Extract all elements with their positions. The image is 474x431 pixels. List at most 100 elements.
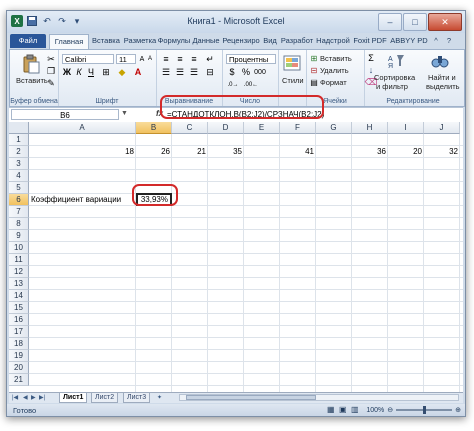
column-header-g[interactable]: G (316, 122, 352, 134)
zoom-level[interactable]: 100% (366, 407, 384, 414)
find-select-icon[interactable] (430, 52, 450, 70)
align-top-icon[interactable]: ≡ (160, 54, 172, 64)
page-break-view-icon[interactable]: ▥ (351, 405, 359, 414)
align-bottom-icon[interactable]: ≡ (188, 54, 200, 64)
name-box[interactable]: B6 (11, 109, 119, 120)
close-button[interactable]: ✕ (428, 13, 462, 31)
row-header-1[interactable]: 1 (9, 134, 29, 146)
delete-cells-icon[interactable]: ⊟ (309, 65, 319, 75)
tab-abbyy-pdf[interactable]: ABBYY PD (389, 34, 429, 48)
find-select-button[interactable]: Найти и (428, 73, 456, 82)
comma-style-icon[interactable]: 000 (254, 67, 266, 77)
wrap-text-icon[interactable]: ↵ (204, 54, 216, 64)
prev-sheet-nav-icon[interactable]: ◀ (23, 394, 28, 401)
name-box-dropdown-icon[interactable]: ▼ (121, 110, 128, 117)
shrink-font-icon[interactable]: A (146, 54, 154, 64)
cell-j2[interactable]: 32 (424, 146, 460, 158)
spreadsheet-grid[interactable]: A B C D E F G H I J 1 2 3 4 5 6 7 8 9 10 11 12 13 14 15 16 17 18 19 2… (9, 122, 463, 392)
cell-d2[interactable]: 35 (208, 146, 244, 158)
zoom-in-icon[interactable]: ⊕ (455, 406, 461, 414)
bold-button[interactable]: Ж (62, 67, 72, 77)
align-center-icon[interactable]: ☰ (174, 67, 186, 77)
column-header-b[interactable]: B (136, 122, 172, 134)
horizontal-scrollbar[interactable] (179, 394, 459, 401)
zoom-slider[interactable] (396, 406, 453, 414)
font-name-combo[interactable]: Calibri (62, 54, 114, 64)
column-header-c[interactable]: C (172, 122, 208, 134)
row-header-16[interactable]: 16 (9, 314, 29, 326)
number-format-combo[interactable]: Процентны (226, 54, 276, 64)
format-cells-icon[interactable]: ▤ (309, 77, 319, 87)
minimize-button[interactable]: – (378, 13, 402, 31)
cell-i2[interactable]: 20 (388, 146, 424, 158)
tab-review[interactable]: Рецензиро (221, 34, 261, 48)
column-header-e[interactable]: E (244, 122, 280, 134)
row-header-13[interactable]: 13 (9, 278, 29, 290)
font-size-combo[interactable]: 11 (116, 54, 136, 64)
row-header-19[interactable]: 19 (9, 350, 29, 362)
tab-foxit-pdf[interactable]: Foxit PDF (351, 34, 389, 48)
align-right-icon[interactable]: ☰ (188, 67, 200, 77)
row-header-11[interactable]: 11 (9, 254, 29, 266)
cell-f2[interactable]: 41 (280, 146, 316, 158)
maximize-button[interactable]: □ (403, 13, 427, 31)
row-header-8[interactable]: 8 (9, 218, 29, 230)
align-left-icon[interactable]: ☰ (160, 67, 172, 77)
column-header-d[interactable]: D (208, 122, 244, 134)
find-select-button-line2[interactable]: выделить (426, 82, 460, 91)
borders-icon[interactable]: ⊞ (100, 67, 112, 77)
row-header-5[interactable]: 5 (9, 182, 29, 194)
row-header-10[interactable]: 10 (9, 242, 29, 254)
insert-cells-icon[interactable]: ⊞ (309, 53, 319, 63)
grow-font-icon[interactable]: A (138, 54, 146, 64)
tab-addins[interactable]: Надстрой (315, 34, 351, 48)
tab-developer[interactable]: Разработ (279, 34, 315, 48)
tab-formulas[interactable]: Формулы (157, 34, 191, 48)
tab-view[interactable]: Вид (261, 34, 279, 48)
select-all-corner[interactable] (9, 122, 29, 134)
column-header-j[interactable]: J (424, 122, 460, 134)
row-header-20[interactable]: 20 (9, 362, 29, 374)
italic-button[interactable]: К (74, 67, 84, 77)
sheet-tab-2[interactable]: Лист2 (91, 393, 119, 403)
percent-style-icon[interactable]: % (240, 67, 252, 77)
next-sheet-nav-icon[interactable]: ▶ (31, 394, 36, 401)
insert-sheet-icon[interactable]: ✦ (157, 394, 162, 401)
normal-view-icon[interactable]: ▦ (327, 405, 335, 414)
row-header-4[interactable]: 4 (9, 170, 29, 182)
tab-home[interactable]: Главная (49, 34, 89, 49)
autosum-icon[interactable]: Σ (366, 53, 376, 63)
row-header-9[interactable]: 9 (9, 230, 29, 242)
column-header-h[interactable]: H (352, 122, 388, 134)
merge-cells-icon[interactable]: ⊟ (204, 67, 216, 77)
sheet-tab-3[interactable]: Лист3 (123, 393, 151, 403)
cell-b2[interactable]: 26 (136, 146, 172, 158)
first-sheet-nav-icon[interactable]: |◀ (12, 394, 18, 401)
row-header-2[interactable]: 2 (9, 146, 29, 158)
underline-button[interactable]: Ч (86, 67, 96, 77)
tab-page-layout[interactable]: Разметка (123, 34, 157, 48)
row-header-14[interactable]: 14 (9, 290, 29, 302)
sort-filter-icon[interactable]: AЯ (386, 52, 406, 70)
increase-decimal-icon[interactable]: .0→ (226, 80, 240, 90)
tab-data[interactable]: Данные (191, 34, 221, 48)
cell-h2[interactable]: 36 (352, 146, 388, 158)
last-sheet-nav-icon[interactable]: ▶| (39, 394, 45, 401)
sheet-tab-1[interactable]: Лист1 (59, 393, 88, 403)
minimize-ribbon-icon[interactable]: ^ (431, 34, 441, 48)
sort-filter-button-line2[interactable]: и фильтр (376, 82, 408, 91)
row-header-6[interactable]: 6 (9, 194, 29, 206)
cell-a2[interactable]: 18 (29, 146, 136, 158)
zoom-slider-knob[interactable] (423, 406, 427, 414)
zoom-out-icon[interactable]: ⊖ (387, 406, 393, 414)
font-color-icon[interactable]: A (132, 67, 144, 77)
styles-button[interactable]: Стили (282, 76, 304, 85)
fill-color-icon[interactable]: ◆ (116, 67, 128, 77)
decrease-decimal-icon[interactable]: .00← (244, 80, 258, 90)
format-cells-button[interactable]: Формат (320, 78, 347, 87)
help-icon[interactable]: ? (443, 34, 455, 48)
column-header-a[interactable]: A (29, 122, 136, 134)
row-header-3[interactable]: 3 (9, 158, 29, 170)
column-header-i[interactable]: I (388, 122, 424, 134)
currency-format-icon[interactable]: $ (226, 67, 238, 77)
